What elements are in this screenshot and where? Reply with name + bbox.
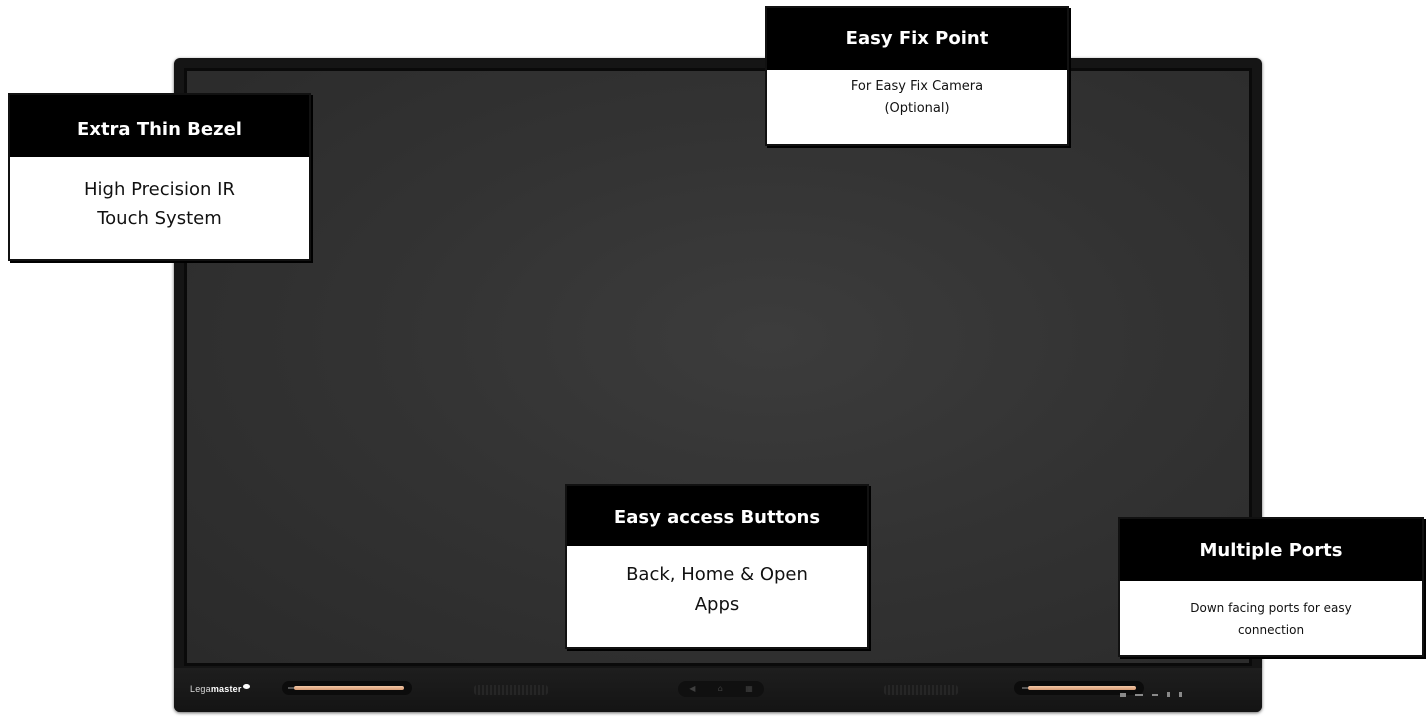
callout-extra-thin-bezel: Extra Thin Bezel High Precision IR Touch…: [8, 93, 311, 261]
callout-line: For Easy Fix Camera: [850, 79, 984, 94]
callout-title: Multiple Ports: [1120, 519, 1422, 581]
port-indicators: [1120, 692, 1182, 697]
callout-title: Extra Thin Bezel: [10, 95, 309, 157]
stylus-pen-right[interactable]: [1028, 686, 1136, 690]
callout-description: High Precision IR Touch System: [10, 157, 309, 233]
callout-line: Touch System: [97, 208, 222, 229]
brand-prefix: Lega: [190, 684, 211, 694]
home-icon[interactable]: ⌂: [718, 685, 723, 693]
callout-description: Back, Home & Open Apps: [567, 546, 867, 620]
callout-line: Back, Home & Open: [626, 564, 808, 585]
callout-line: Apps: [694, 594, 740, 615]
callout-line: High Precision IR: [84, 179, 235, 200]
brand-name: master: [210, 684, 242, 694]
port-icon: [1135, 693, 1143, 696]
apps-icon[interactable]: ▦: [745, 685, 753, 693]
display-bottom-bar: Legamaster ◀ ⌂ ▦: [174, 668, 1262, 712]
callout-line: Down facing ports for easy: [1190, 601, 1352, 615]
callout-title: Easy access Buttons: [567, 486, 867, 546]
port-icon: [1152, 693, 1158, 696]
callout-line: (Optional): [884, 101, 950, 116]
back-icon[interactable]: ◀: [689, 685, 695, 693]
port-icon: [1120, 692, 1126, 697]
easy-access-buttons[interactable]: ◀ ⌂ ▦: [678, 681, 764, 697]
brand-logo: Legamaster: [190, 684, 250, 694]
callout-line: connection: [1237, 623, 1305, 637]
callout-multiple-ports: Multiple Ports Down facing ports for eas…: [1118, 517, 1424, 657]
brand-cloud-icon: [242, 684, 250, 689]
callout-description: For Easy Fix Camera (Optional): [767, 70, 1067, 120]
port-icon: [1179, 692, 1182, 697]
pen-tray-left[interactable]: [282, 681, 412, 695]
port-icon: [1167, 692, 1170, 697]
callout-description: Down facing ports for easy connection: [1120, 581, 1422, 641]
callout-easy-fix-point: Easy Fix Point For Easy Fix Camera (Opti…: [765, 6, 1069, 146]
callout-easy-access-buttons: Easy access Buttons Back, Home & Open Ap…: [565, 484, 869, 649]
speaker-grille-right: [884, 685, 958, 695]
stylus-pen-left[interactable]: [294, 686, 404, 690]
speaker-grille-left: [474, 685, 548, 695]
callout-title: Easy Fix Point: [767, 8, 1067, 70]
